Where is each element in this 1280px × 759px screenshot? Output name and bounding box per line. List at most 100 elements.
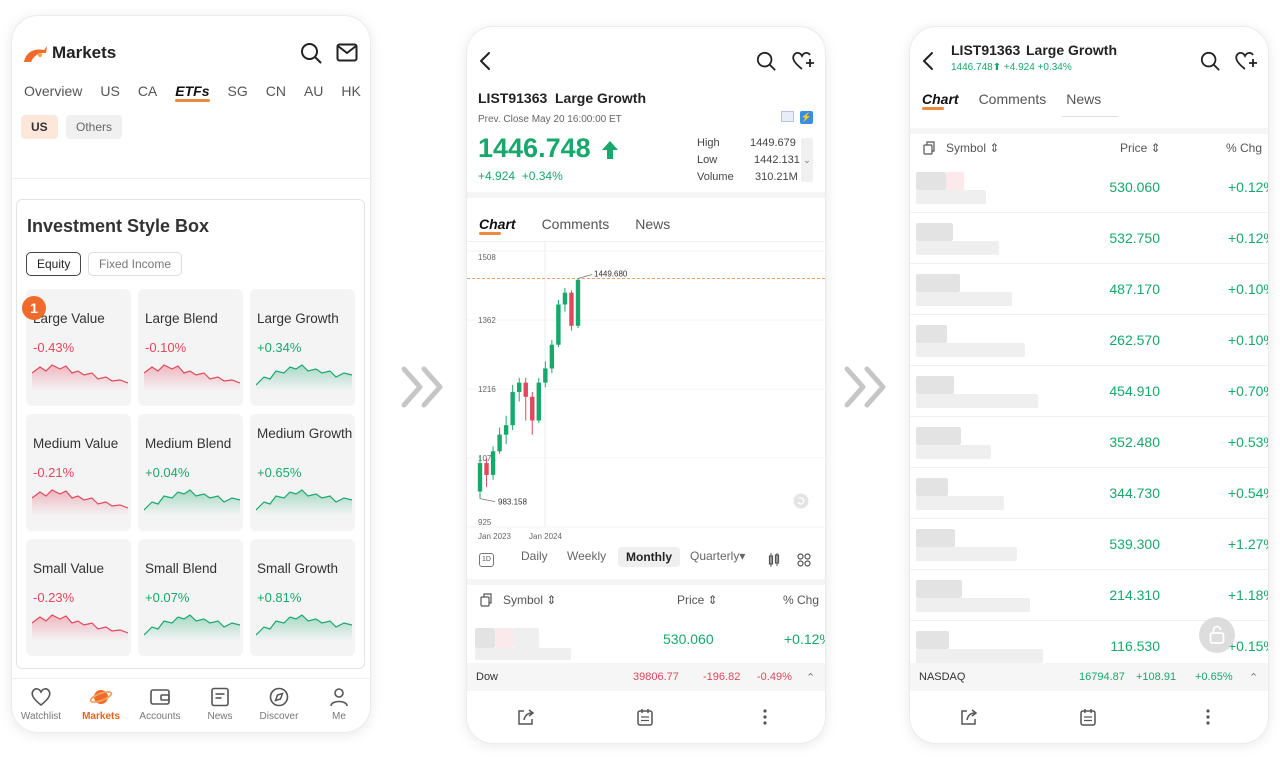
heart-add-icon[interactable] xyxy=(791,51,815,71)
unlock-button[interactable] xyxy=(1199,617,1235,653)
search-icon[interactable] xyxy=(1200,51,1220,71)
table-row[interactable]: 530.060 +0.12% xyxy=(910,162,1268,213)
tab-chart[interactable]: Chart xyxy=(479,216,516,235)
candle-style-icon[interactable] xyxy=(768,553,780,567)
style-cell[interactable]: Small Growth +0.81% xyxy=(250,539,355,656)
tab-etfs[interactable]: ETFs xyxy=(175,83,210,102)
index-ticker-bar[interactable]: Dow 39806.77 -196.82 -0.49% ⌃ xyxy=(467,663,825,691)
y-tick-label: 1216 xyxy=(478,385,496,394)
step-badge: 1 xyxy=(22,296,46,320)
constituents-screen: LIST91363 Large Growth 1446.748⬆ +4.924 … xyxy=(910,27,1268,743)
subtab-others[interactable]: Others xyxy=(66,115,123,139)
candle-body xyxy=(549,344,555,369)
col-chg[interactable]: % Chg xyxy=(1226,141,1262,155)
style-cell[interactable]: Medium Growth +0.65% xyxy=(250,414,355,531)
table-row[interactable]: 262.570 +0.10% xyxy=(910,315,1268,366)
stat-volume-label: Volume xyxy=(697,171,734,183)
symbol-name: Large Growth xyxy=(1026,42,1118,58)
tab-comments[interactable]: Comments xyxy=(979,91,1047,107)
nav-news[interactable]: News xyxy=(192,687,248,722)
row-price: 539.300 xyxy=(1109,536,1160,552)
col-symbol[interactable]: Symbol ⇕ xyxy=(503,593,556,607)
row-price: 530.060 xyxy=(1109,179,1160,195)
tab-ca[interactable]: CA xyxy=(138,83,157,99)
back-icon[interactable] xyxy=(478,51,492,71)
heart-add-icon[interactable] xyxy=(1234,51,1258,71)
calendar-icon[interactable] xyxy=(637,708,653,726)
nav-accounts[interactable]: Accounts xyxy=(132,687,188,722)
table-row[interactable]: 352.480 +0.53% xyxy=(910,417,1268,468)
up-arrow-icon xyxy=(602,141,618,159)
grid-layout-icon[interactable] xyxy=(797,553,811,567)
blurred-name xyxy=(916,343,1025,357)
tab-hk[interactable]: HK xyxy=(341,83,360,99)
reset-chart-icon[interactable] xyxy=(793,493,809,509)
nav-markets[interactable]: Markets xyxy=(73,687,129,722)
row-chg: +0.12% xyxy=(1228,230,1268,246)
col-price[interactable]: Price ⇕ xyxy=(677,593,718,607)
tab-au[interactable]: AU xyxy=(304,83,323,99)
col-chg[interactable]: % Chg xyxy=(783,593,819,607)
tab-overview[interactable]: Overview xyxy=(24,83,82,99)
style-cell[interactable]: Medium Blend +0.04% xyxy=(138,414,243,531)
low-annotation: 983.158 xyxy=(498,498,527,507)
more-icon[interactable] xyxy=(762,708,768,726)
candle-body xyxy=(556,304,561,345)
share-icon[interactable] xyxy=(517,708,535,726)
back-icon[interactable] xyxy=(921,51,935,71)
tab-us[interactable]: US xyxy=(100,83,119,99)
x-tick-label: Jan 2024 xyxy=(529,532,562,541)
share-icon[interactable] xyxy=(960,708,978,726)
style-cell[interactable]: Small Value -0.23% xyxy=(26,539,131,656)
tab-news[interactable]: News xyxy=(635,216,670,232)
search-icon[interactable] xyxy=(300,42,322,64)
table-row[interactable]: 454.910 +0.70% xyxy=(910,366,1268,417)
table-row[interactable]: 214.310 +1.18% xyxy=(910,570,1268,621)
calendar-icon[interactable] xyxy=(1080,708,1096,726)
blurred-symbol xyxy=(916,427,961,445)
col-symbol[interactable]: Symbol ⇕ xyxy=(946,141,999,155)
segment-fixed-income[interactable]: Fixed Income xyxy=(88,252,183,276)
period-1d-button[interactable]: 1D xyxy=(479,553,494,567)
table-row[interactable]: 344.730 +0.54% xyxy=(910,468,1268,519)
nav-watchlist[interactable]: Watchlist xyxy=(13,687,69,722)
tab-sg[interactable]: SG xyxy=(228,83,248,99)
nav-me[interactable]: Me xyxy=(311,687,367,722)
expand-stats-button[interactable]: ⌄ xyxy=(801,138,813,182)
style-cell[interactable]: Medium Value -0.21% xyxy=(26,414,131,531)
blurred-name xyxy=(916,496,1004,510)
table-row[interactable]: 532.750 +0.12% xyxy=(910,213,1268,264)
index-ticker-bar[interactable]: NASDAQ 16794.87 +108.91 +0.65% ⌃ xyxy=(910,663,1268,691)
more-icon[interactable] xyxy=(1205,708,1211,726)
period-monthly[interactable]: Monthly xyxy=(618,547,680,567)
chevron-up-icon[interactable]: ⌃ xyxy=(1249,671,1258,684)
stat-high-value: 1449.679 xyxy=(750,137,796,149)
period-daily[interactable]: Daily xyxy=(521,549,548,563)
tab-cn[interactable]: CN xyxy=(266,83,286,99)
nav-discover[interactable]: Discover xyxy=(251,687,307,722)
period-quarterly[interactable]: Quarterly▾ xyxy=(690,549,745,563)
lock-icon xyxy=(1209,625,1225,644)
copy-icon[interactable] xyxy=(480,593,492,607)
tab-chart[interactable]: Chart xyxy=(922,91,959,110)
table-row[interactable]: 539.300 +1.27% xyxy=(910,519,1268,570)
segment-equity[interactable]: Equity xyxy=(26,252,82,276)
chevron-up-icon[interactable]: ⌃ xyxy=(806,671,815,684)
search-icon[interactable] xyxy=(756,51,776,71)
candlestick-chart[interactable]: 1508136212161071925Jan 2023Jan 20241449.… xyxy=(467,241,825,541)
table-row[interactable]: 487.170 +0.10% xyxy=(910,264,1268,315)
style-cell[interactable]: Small Blend +0.07% xyxy=(138,539,243,656)
tab-news[interactable]: News xyxy=(1066,91,1101,107)
blurred-name xyxy=(916,394,1038,408)
us-flag-icon xyxy=(781,111,794,122)
period-weekly[interactable]: Weekly xyxy=(567,549,606,563)
copy-icon[interactable] xyxy=(923,141,935,155)
blurred-symbol xyxy=(916,172,946,190)
col-price[interactable]: Price ⇕ xyxy=(1120,141,1161,155)
mail-icon[interactable] xyxy=(336,43,358,62)
style-cell[interactable]: Large Blend -0.10% xyxy=(138,289,243,406)
subtab-us[interactable]: US xyxy=(21,115,58,139)
style-cell[interactable]: Large Growth +0.34% xyxy=(250,289,355,406)
tab-comments[interactable]: Comments xyxy=(542,216,610,232)
sparkline xyxy=(144,489,240,516)
